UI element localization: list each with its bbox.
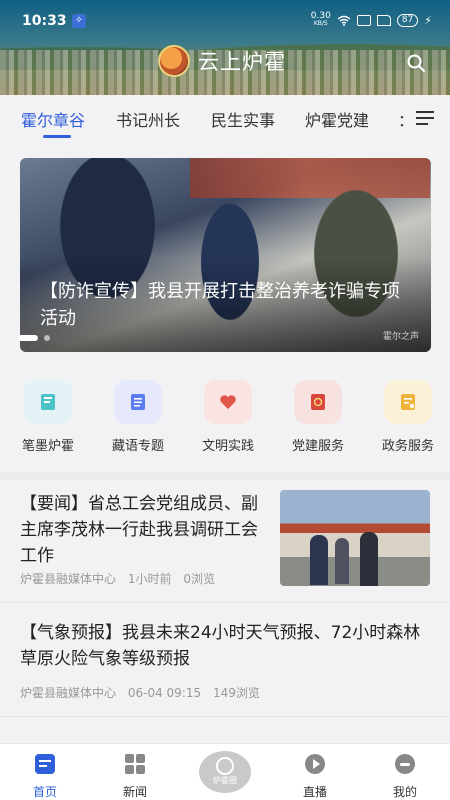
app-brand: 云上炉霍 bbox=[158, 45, 286, 77]
shortcut-government-service[interactable]: 政务服务 bbox=[368, 380, 448, 454]
news-meta: 炉霍县融媒体中心 06-04 09:15 149浏览 bbox=[20, 684, 260, 701]
status-icons: 0.30 KB/S 87 ⚡ bbox=[311, 12, 432, 28]
party-flag-icon bbox=[311, 394, 325, 410]
circle-logo-icon bbox=[216, 757, 234, 775]
shortcut-party-service[interactable]: 党建服务 bbox=[278, 380, 358, 454]
nav-live[interactable]: 直播 bbox=[285, 752, 345, 800]
tab-minshengshishi[interactable]: 民生实事 bbox=[211, 107, 275, 131]
news-title[interactable]: 【气象预报】我县未来24小时天气预报、72小时森林草原火险气象等级预报 bbox=[20, 620, 430, 672]
carousel-indicator bbox=[18, 335, 50, 341]
tab-more-overflow[interactable]: ： bbox=[398, 107, 414, 131]
app-logo bbox=[158, 45, 190, 77]
status-time: 10:33 bbox=[22, 13, 67, 29]
banner-watermark: 霍尔之声 bbox=[382, 332, 419, 342]
news-views: 149浏览 bbox=[212, 686, 260, 700]
section-divider bbox=[0, 472, 450, 480]
nav-news[interactable]: 新闻 bbox=[105, 752, 165, 800]
heart-icon bbox=[220, 395, 236, 409]
signal-icon bbox=[376, 14, 391, 26]
news-title[interactable]: 【要闻】省总工会党组成员、副主席李茂林一行赴我县调研工会工作 bbox=[20, 491, 268, 569]
profile-icon bbox=[395, 754, 415, 774]
channel-tabs: 霍尔章谷 书记州长 民生实事 炉霍党建 ： bbox=[0, 95, 450, 141]
tab-huoerzhanggu[interactable]: 霍尔章谷 bbox=[21, 107, 85, 131]
carousel-dot-active bbox=[18, 335, 38, 341]
nav-luhuo-circle-button[interactable]: 炉霍圈 bbox=[199, 751, 251, 793]
banner-carousel[interactable]: 【防诈宣传】我县开展打击整治养老诈骗专项活动 霍尔之声 bbox=[20, 158, 431, 352]
news-time: 06-04 09:15 bbox=[127, 686, 202, 700]
channel-menu-icon[interactable] bbox=[416, 111, 434, 125]
home-icon bbox=[35, 754, 55, 774]
news-thumbnail[interactable] bbox=[280, 490, 430, 586]
app-notification-icon: ✧ bbox=[72, 14, 86, 28]
sim-icon bbox=[356, 14, 371, 26]
banner-title[interactable]: 【防诈宣传】我县开展打击整治养老诈骗专项活动 bbox=[40, 278, 415, 332]
tab-luhuodangjian[interactable]: 炉霍党建 bbox=[305, 107, 369, 131]
app-header: 10:33 ✧ 0.30 KB/S 87 ⚡ 云上炉霍 bbox=[0, 0, 450, 95]
government-doc-icon bbox=[401, 394, 415, 410]
shortcut-grid: 笔墨炉霍 藏语专题 文明实践 党建服务 政务服务 bbox=[0, 380, 450, 465]
news-views: 0浏览 bbox=[183, 572, 215, 586]
charging-icon: ⚡ bbox=[424, 13, 432, 27]
app-screen: 10:33 ✧ 0.30 KB/S 87 ⚡ 云上炉霍 霍尔章谷 书记州长 民生… bbox=[0, 0, 450, 800]
wifi-icon bbox=[337, 15, 351, 26]
news-time: 1小时前 bbox=[127, 572, 172, 586]
news-source: 炉霍县融媒体中心 bbox=[20, 686, 117, 700]
battery-icon: 87 bbox=[396, 13, 419, 27]
list-divider bbox=[0, 716, 450, 717]
shortcut-bimo-luhuo[interactable]: 笔墨炉霍 bbox=[8, 380, 88, 454]
play-icon bbox=[305, 754, 325, 774]
net-speed: 0.30 KB/S bbox=[310, 11, 331, 28]
nav-home[interactable]: 首页 bbox=[15, 752, 75, 800]
active-tab-indicator bbox=[43, 135, 71, 138]
grid-icon bbox=[125, 754, 145, 774]
shortcut-tibetan-topic[interactable]: 藏语专题 bbox=[98, 380, 178, 454]
shortcut-civilization-practice[interactable]: 文明实践 bbox=[188, 380, 268, 454]
news-source: 炉霍县融媒体中心 bbox=[20, 572, 117, 586]
app-title: 云上炉霍 bbox=[198, 50, 286, 74]
nav-mine[interactable]: 我的 bbox=[375, 752, 435, 800]
book-icon bbox=[41, 394, 55, 410]
carousel-dot bbox=[44, 335, 50, 341]
tab-shujizhouzhang[interactable]: 书记州长 bbox=[116, 107, 180, 131]
news-meta: 炉霍县融媒体中心 1小时前 0浏览 bbox=[20, 570, 215, 587]
list-divider bbox=[0, 602, 450, 603]
document-icon bbox=[131, 394, 145, 410]
status-bar: 10:33 ✧ 0.30 KB/S 87 ⚡ bbox=[0, 0, 450, 40]
search-icon[interactable] bbox=[406, 53, 426, 73]
